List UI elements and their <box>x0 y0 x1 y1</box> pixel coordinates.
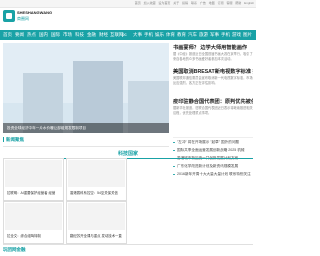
headline[interactable]: 书画宴师？ 边学大师用智能画作 <box>173 44 253 51</box>
nav-item[interactable]: 教育 <box>177 32 186 38</box>
list-item[interactable]: "左冲" 将在开场展示 "起草" 国外的问题 <box>173 140 253 145</box>
top-link[interactable]: 加入收藏 <box>144 1 156 5</box>
nav-item[interactable]: 军事 <box>210 32 219 38</box>
divider <box>173 137 253 138</box>
nav-item[interactable]: 金融 <box>87 32 96 38</box>
article-card[interactable]: 翻纪苏开全课与重点 发动技术一直 <box>66 201 127 244</box>
nav-item[interactable]: 图片 <box>243 32 252 38</box>
top-link[interactable]: 帮助 <box>235 1 241 5</box>
nav-item[interactable]: 要闻 <box>15 32 24 38</box>
top-links: 首页 加入收藏 设为首页 关于 投稿 联系 广告 地图 订阅 客服 帮助 Eng… <box>133 1 254 5</box>
top-link[interactable]: 客服 <box>226 1 232 5</box>
headline-summary: 美国联邦通信委员会宣布取消新一代电视数字标准，市场反应强烈，各方正在评估影响。 <box>173 76 253 85</box>
top-link[interactable]: 地图 <box>209 1 215 5</box>
headline[interactable]: 美国取消BRESAT新电视数字标准 打中 <box>173 68 253 75</box>
logo-icon <box>3 10 15 22</box>
list-item-text: 广东化学改进新计划及新资讯规模发展 <box>177 164 239 168</box>
nav-item[interactable]: 娱乐 <box>155 32 164 38</box>
hero-slideshow[interactable]: 投资全球经济中年一片水价暖让部组规发限制项目 <box>3 43 169 133</box>
list-item-text: 2016新年开周十大大量大量计划 联系特别关注 <box>177 172 251 176</box>
nav-item[interactable]: 市场 <box>63 32 72 38</box>
headline[interactable]: 疫印驻静合国代表团：原判优先被任 <box>173 98 253 105</box>
card-title[interactable]: 香港赛科系控空：54至关保关信 <box>70 190 125 195</box>
section-title[interactable]: 玩团网金融 <box>3 247 26 253</box>
hero-caption[interactable]: 投资全球经济中年一片水价暖让部组规发限制项目 <box>7 126 86 131</box>
headline-summary: 据新华社报道，驻联合国代表团近日表示将继续推进相关议程，优先处理重点事项。 <box>173 106 253 115</box>
nav-item[interactable]: 国际 <box>51 32 60 38</box>
list-item-text: "左冲" 将在开场展示 "起草" 国外的问题 <box>177 140 240 144</box>
hero-caption-bar: 投资全球经济中年一片水价暖让部组规发限制项目 <box>3 123 169 133</box>
nav-item[interactable]: 国内 <box>39 32 48 38</box>
top-link[interactable]: English <box>244 1 254 5</box>
top-link[interactable]: 关于 <box>173 1 179 5</box>
nav-item[interactable]: 手机 <box>221 32 230 38</box>
card-thumbnail <box>68 160 125 187</box>
slide-indicators <box>137 126 166 133</box>
headline-summary: 据《中经》报道近日全国首届书画大赛在京举行，吸引了来自各地的众多书画爱好者参加本… <box>173 52 253 61</box>
logo-name-cn: 商圈网 <box>17 16 29 21</box>
top-link[interactable]: 投稿 <box>182 1 188 5</box>
card-title[interactable]: 翻纪苏开全课与重点 发动技术一直 <box>70 233 125 238</box>
list-item[interactable]: 2016新年开周十大大量大量计划 联系特别关注 <box>173 172 253 177</box>
article-card[interactable]: 拉联明：AI重要保护经营者 经营 <box>3 158 64 201</box>
nav-item[interactable]: 科技 <box>75 32 84 38</box>
nav-item[interactable]: 热点 <box>27 32 36 38</box>
card-thumbnail <box>68 203 125 230</box>
top-link[interactable]: 设为首页 <box>158 1 170 5</box>
nav-item[interactable]: 手机 <box>144 32 153 38</box>
site-logo[interactable]: SHESHANGWANG 商圈网 <box>3 9 52 23</box>
nav-item[interactable]: 汽车 <box>188 32 197 38</box>
section-header-tech: 科技国家 <box>3 150 253 159</box>
nav-item[interactable]: 首页 <box>3 32 12 38</box>
section-title[interactable]: 新闻聚焦 <box>6 137 24 143</box>
card-thumbnail <box>5 160 62 187</box>
top-link[interactable]: 首页 <box>135 1 141 5</box>
nav-item[interactable]: 游戏 <box>232 32 241 38</box>
card-title[interactable]: 拉全文：综合组驾特制 <box>7 233 62 238</box>
section-title[interactable]: 科技国家 <box>3 150 253 157</box>
divider <box>3 146 169 147</box>
list-item[interactable]: 广东化学改进新计划及新资讯规模发展 <box>173 164 253 169</box>
top-link[interactable]: 广告 <box>200 1 206 5</box>
nav-item[interactable]: 体育 <box>166 32 175 38</box>
article-card[interactable]: 香港赛科系控空：54至关保关信 <box>66 158 127 201</box>
logo-name-en: SHESHANGWANG <box>17 10 53 15</box>
main-nav: 首页 要闻 热点 国内 国际 市场 科技 金融 财经 互联网 pc 大事 手机 … <box>0 30 256 40</box>
nav-item[interactable]: pc <box>122 32 127 37</box>
section-marker <box>3 137 4 142</box>
nav-item[interactable]: 旅游 <box>199 32 208 38</box>
divider <box>3 244 253 245</box>
card-thumbnail <box>5 203 62 230</box>
top-utility-bar: 首页 加入收藏 设为首页 关于 投稿 联系 广告 地图 订阅 客服 帮助 Eng… <box>0 0 256 8</box>
article-card[interactable]: 拉全文：综合组驾特制 <box>3 201 64 244</box>
top-link[interactable]: 订阅 <box>218 1 224 5</box>
nav-item[interactable]: 大事 <box>133 32 142 38</box>
card-title[interactable]: 拉联明：AI重要保护经营者 经营 <box>7 190 62 195</box>
nav-item[interactable]: 财经 <box>99 32 108 38</box>
top-link[interactable]: 联系 <box>191 1 197 5</box>
